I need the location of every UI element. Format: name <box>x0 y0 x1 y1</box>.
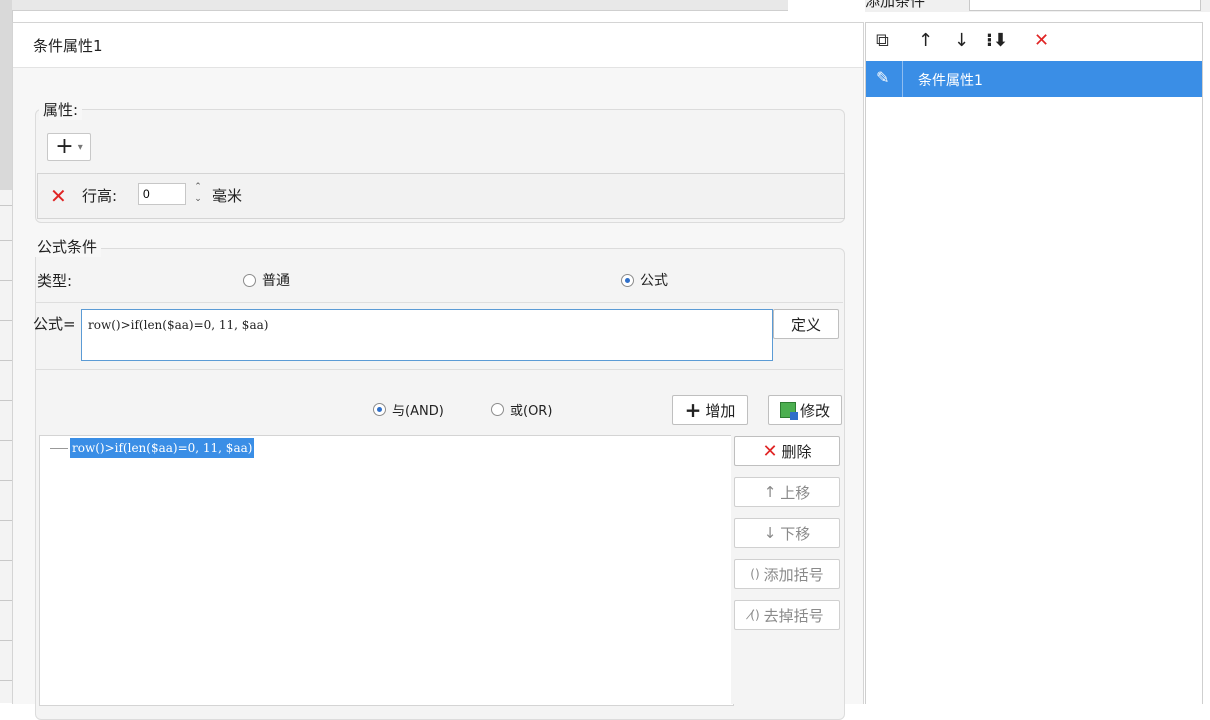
modify-button-label: 修改 <box>799 401 830 420</box>
row-height-attribute: ✕ 行高: ⌃⌄ 毫米 <box>37 173 845 219</box>
more-icon: ⋯ <box>815 0 829 6</box>
arrow-up-icon: ↑ <box>763 483 777 501</box>
formula-condition-legend: 公式条件 <box>33 236 102 257</box>
bracket-icon: () <box>750 567 760 581</box>
remove-bracket-label: 去掉括号 <box>763 606 824 625</box>
dialog-title: 条件属性1 <box>33 37 103 55</box>
dialog-header: 条件属性1 <box>13 23 863 68</box>
attributes-legend: 属性: <box>39 99 83 120</box>
add-bracket-button[interactable]: () 添加括号 <box>734 559 840 589</box>
top-divider-strip <box>12 0 788 11</box>
move-up-button[interactable]: ↑ 上移 <box>734 477 840 507</box>
row-height-stepper[interactable]: ⌃ ⌄ <box>189 181 207 207</box>
type-option-normal[interactable]: 普通 <box>243 270 290 290</box>
delete-attribute-icon[interactable]: ✕ <box>50 184 67 208</box>
move-down-label: 下移 <box>780 524 811 543</box>
condition-list-panel: ⧉ ↑ ↓ ⁝⬇ ✕ ✎ 条件属性1 <box>865 22 1203 704</box>
condition-item[interactable]: row()>if(len($aa)=0, 11, $aa) <box>70 438 255 458</box>
formula-label: 公式= <box>33 315 76 333</box>
logic-and-option[interactable]: 与(AND) <box>373 400 444 419</box>
type-label: 类型: <box>37 272 73 290</box>
arrow-down-icon: ↓ <box>763 524 777 542</box>
divider <box>35 369 843 370</box>
formula-input[interactable]: row()>if(len($aa)=0, 11, $aa) <box>81 309 773 361</box>
move-up-label: 上移 <box>780 483 811 502</box>
add-button[interactable]: + 增加 <box>672 395 748 425</box>
condition-name-input[interactable] <box>969 0 1201 11</box>
tree-line <box>50 448 68 449</box>
condition-list-item-label: 条件属性1 <box>918 73 983 89</box>
logic-or-option[interactable]: 或(OR) <box>491 400 552 419</box>
radio-or[interactable] <box>491 403 504 416</box>
move-bottom-icon[interactable]: ⁝⬇ <box>986 31 1008 51</box>
type-option-normal-label: 普通 <box>262 273 290 289</box>
pencil-icon: ✎ <box>876 68 890 87</box>
condition-tree[interactable]: row()>if(len($aa)=0, 11, $aa) <box>39 435 734 706</box>
divider <box>35 302 843 303</box>
condition-list-item[interactable]: ✎ 条件属性1 <box>866 61 1202 97</box>
unit-label: 毫米 <box>212 187 243 205</box>
arrow-up-icon[interactable]: ↑ <box>918 31 933 51</box>
row-height-label: 行高: <box>82 187 118 205</box>
delete-condition-icon[interactable]: ✕ <box>1034 31 1049 51</box>
condition-property-dialog: 条件属性1 属性: + ▾ ✕ 行高: ⌃⌄ 毫米 公式条件 类型: 普通 公式… <box>12 22 864 720</box>
move-down-button[interactable]: ↓ 下移 <box>734 518 840 548</box>
modify-button[interactable]: 修改 <box>768 395 842 425</box>
radio-formula[interactable] <box>621 273 634 287</box>
row-height-input[interactable] <box>138 183 186 205</box>
radio-and[interactable] <box>373 403 386 416</box>
delete-button-label: 删除 <box>781 442 812 461</box>
close-icon: ✕ <box>762 440 778 462</box>
plus-icon: + <box>55 134 74 159</box>
chevron-down-icon: ▾ <box>77 141 83 153</box>
arrow-down-icon[interactable]: ↓ <box>954 31 969 51</box>
add-condition-label: 添加条件 <box>865 0 926 10</box>
plus-icon: + <box>684 398 702 422</box>
define-button[interactable]: 定义 <box>773 309 839 339</box>
type-option-formula-label: 公式 <box>640 273 668 289</box>
right-header-strip: ⋯ 添加条件 <box>815 0 1210 12</box>
logic-and-label: 与(AND) <box>392 404 444 419</box>
delete-button[interactable]: ✕ 删除 <box>734 436 840 466</box>
radio-normal[interactable] <box>243 273 256 287</box>
add-button-label: 增加 <box>705 401 736 420</box>
logic-or-label: 或(OR) <box>510 404 553 419</box>
copy-icon[interactable]: ⧉ <box>876 31 889 51</box>
remove-bracket-icon: (̸) <box>750 608 760 622</box>
type-option-formula[interactable]: 公式 <box>621 270 668 290</box>
edit-grid-icon <box>779 402 798 420</box>
add-attribute-button[interactable]: + ▾ <box>47 133 91 161</box>
add-bracket-label: 添加括号 <box>763 565 824 584</box>
separator <box>902 61 903 97</box>
remove-bracket-button[interactable]: (̸) 去掉括号 <box>734 600 840 630</box>
